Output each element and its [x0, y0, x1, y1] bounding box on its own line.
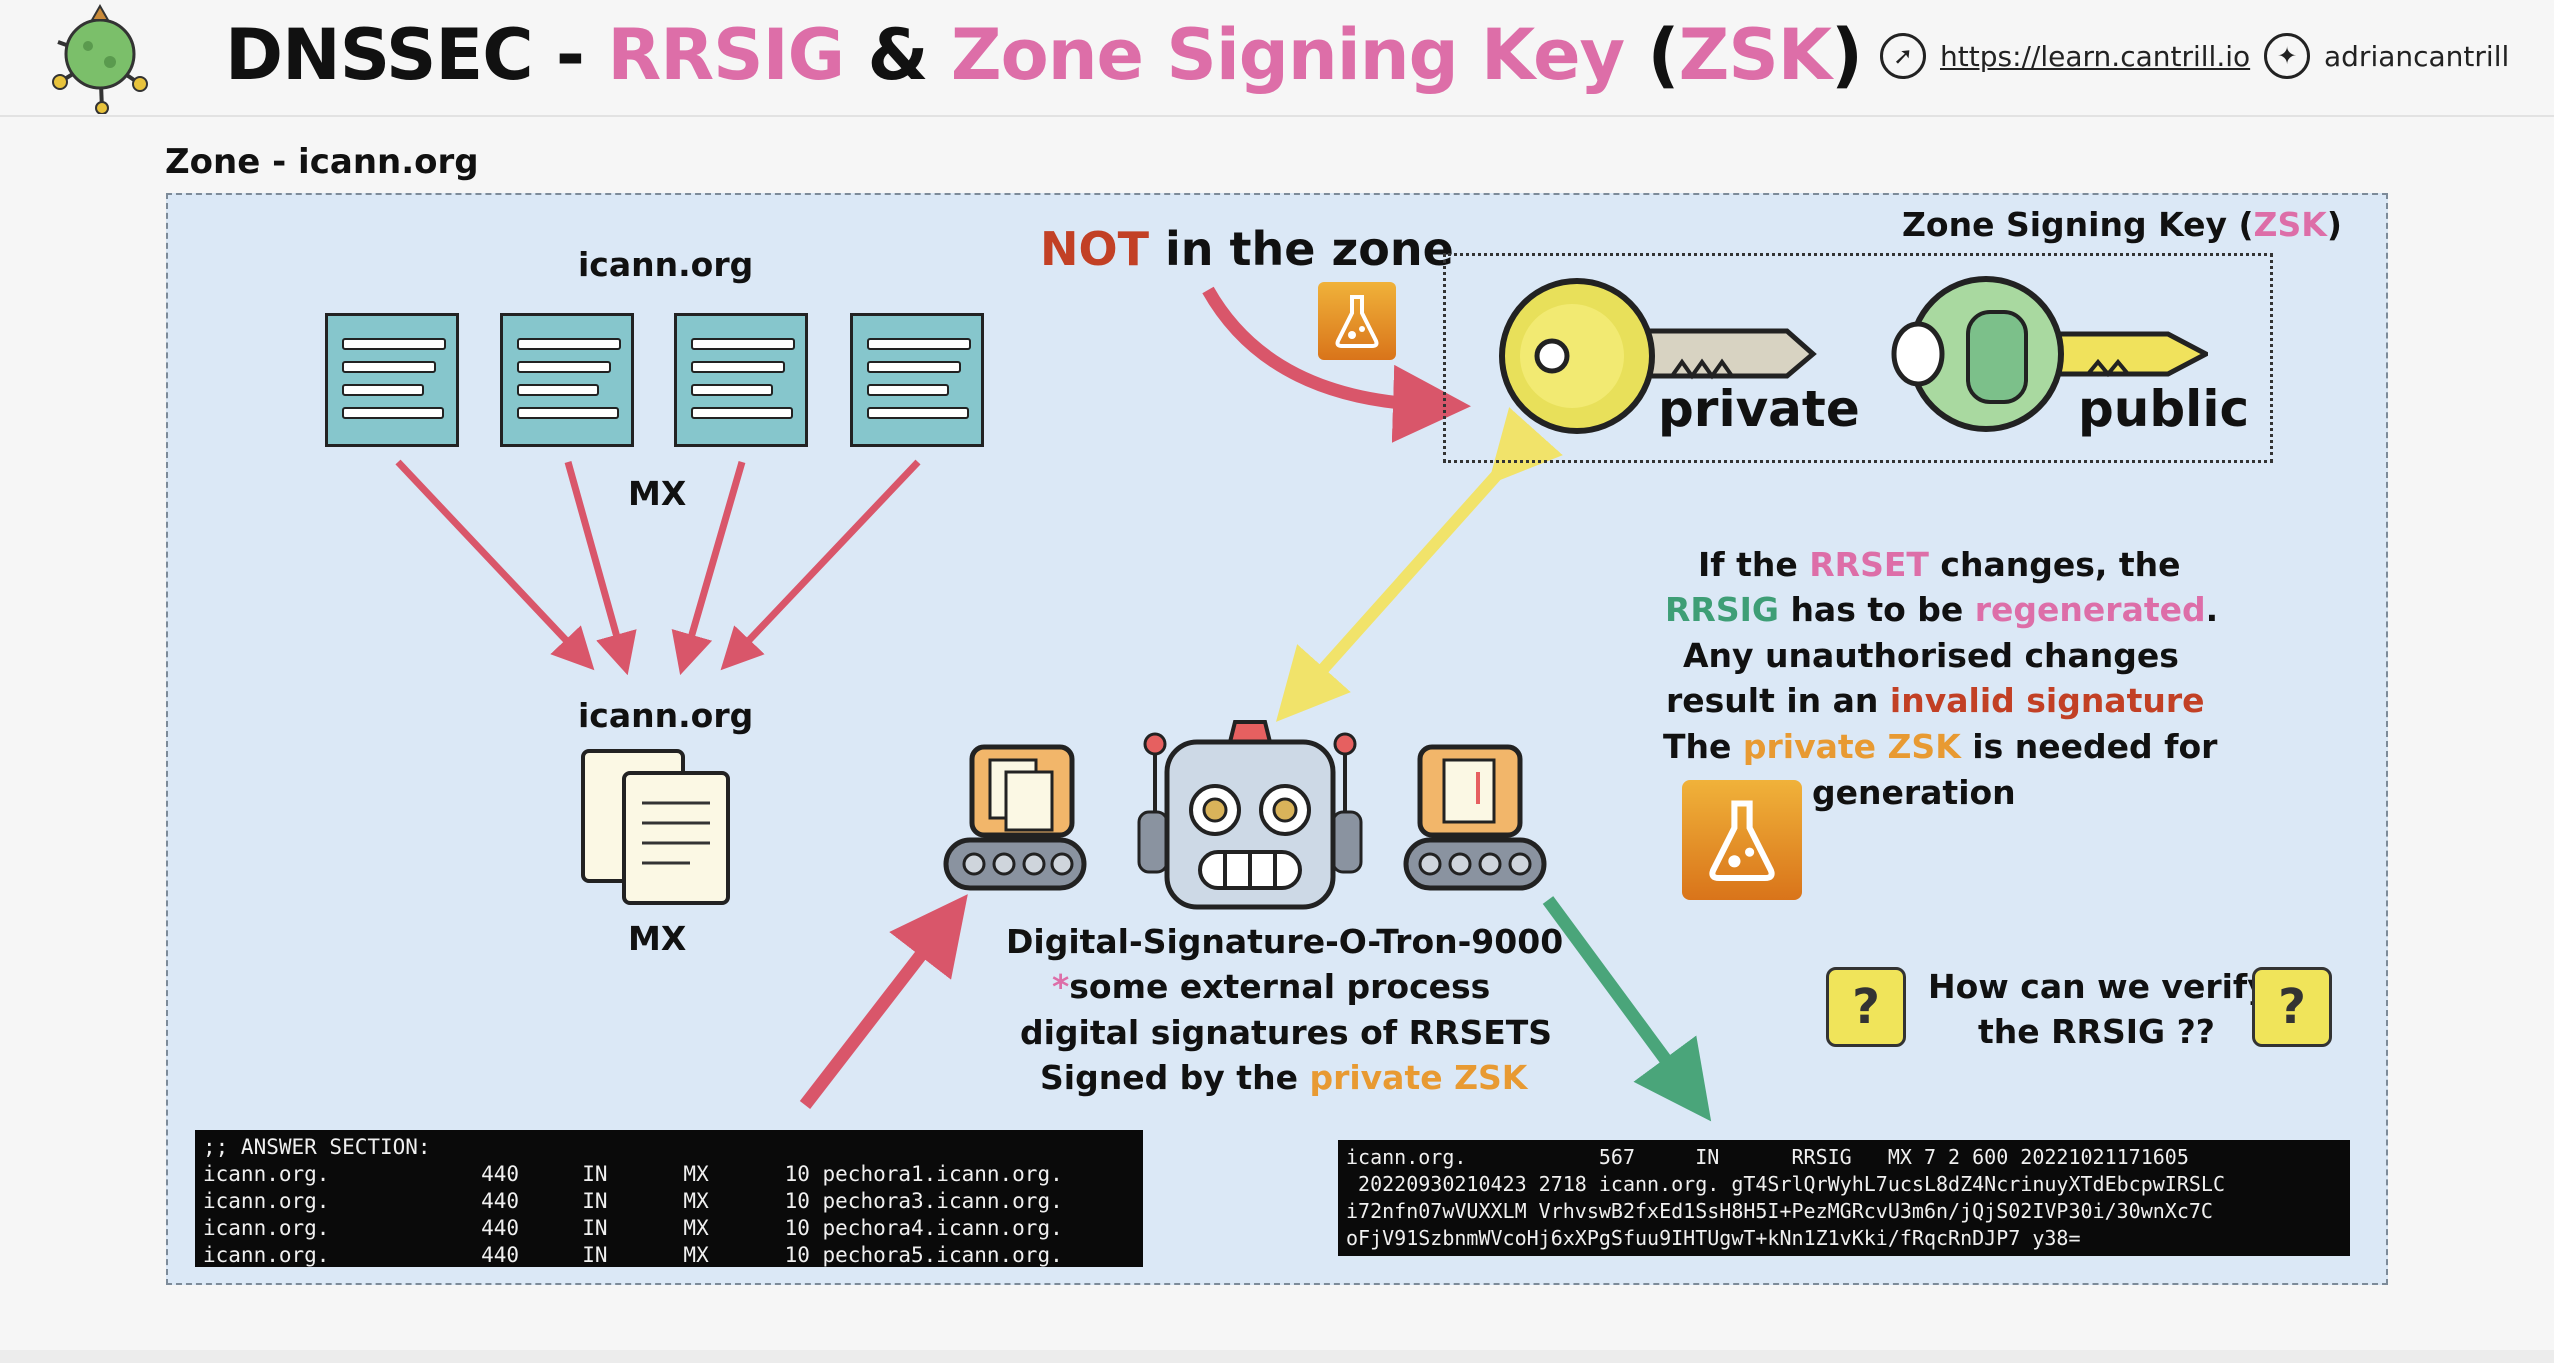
flask-icon-large — [1682, 780, 1802, 900]
question-icon-right: ? — [2252, 967, 2332, 1047]
not-in-zone-label: NOT in the zone — [1040, 222, 1454, 276]
terminal-line: icann.org. 440 IN MX 10 pechora1.icann.o… — [203, 1162, 1063, 1186]
zsk-title: Zone Signing Key (ZSK) — [1902, 205, 2342, 244]
info-line-4: result in an invalid signature — [1666, 681, 2205, 720]
robot-line-4: Signed by the private ZSK — [1040, 1058, 1528, 1097]
arrow-doc4 — [720, 459, 921, 671]
public-key-label: public — [2078, 380, 2250, 438]
info-line-5: The private ZSK is needed for — [1663, 727, 2218, 766]
question-icon-left: ? — [1826, 967, 1906, 1047]
info-line-1: If the RRSET changes, the — [1698, 545, 2181, 584]
flask-icon — [1318, 282, 1396, 360]
terminal-line: oFjV91SzbnmWVcoHj6xXPgSfuu9IHTUgwT+kNn1Z… — [1346, 1226, 2081, 1250]
robot-line-2: *some external process — [1052, 967, 1491, 1006]
info-line-6: generation — [1812, 773, 2016, 812]
terminal-line: icann.org. 567 IN RRSIG MX 7 2 600 20221… — [1346, 1145, 2189, 1169]
rrset-top-type: MX — [628, 474, 687, 513]
question-line-2: the RRSIG ?? — [1978, 1012, 2215, 1051]
rrsig-terminal: icann.org. 567 IN RRSIG MX 7 2 600 20221… — [1338, 1140, 2350, 1256]
arrow-doc2 — [564, 461, 637, 676]
terminal-line: icann.org. 440 IN MX 10 pechora5.icann.o… — [203, 1243, 1063, 1267]
conveyor-right-icon — [1403, 744, 1547, 891]
rrset-docs-icon — [581, 749, 730, 905]
terminal-line: 20220930210423 2718 icann.org. gT4SrlQrW… — [1346, 1172, 2225, 1196]
question-line-1: How can we verify — [1928, 967, 2269, 1006]
robot-icon — [1137, 720, 1363, 910]
record-doc-4 — [850, 313, 984, 447]
rrset-bottom-label: icann.org — [578, 696, 754, 735]
bottom-bar — [0, 1350, 2554, 1363]
arrow-doc3 — [671, 461, 746, 676]
record-doc-1 — [325, 313, 459, 447]
arrow-doc1 — [395, 459, 595, 671]
terminal-line: ;; ANSWER SECTION: — [203, 1135, 431, 1159]
record-doc-2 — [500, 313, 634, 447]
arrow-answer-to-robot — [799, 894, 968, 1109]
rrset-bottom-type: MX — [628, 919, 687, 958]
info-line-3: Any unauthorised changes — [1683, 636, 2179, 675]
record-doc-3 — [674, 313, 808, 447]
robot-line-3: digital signatures of RRSETS — [1020, 1013, 1553, 1052]
robot-name: Digital-Signature-O-Tron-9000 — [1006, 922, 1564, 961]
info-line-2: RRSIG has to be regenerated. — [1665, 590, 2219, 629]
private-key-label: private — [1658, 380, 1860, 438]
answer-terminal: ;; ANSWER SECTION: icann.org. 440 IN MX 1… — [195, 1130, 1143, 1267]
arrow-robot-to-rrsig — [1542, 896, 1712, 1122]
terminal-line: i72nfn07wVUXXLM VrhvswB2fxEd1SsH8H5I+Pez… — [1346, 1199, 2213, 1223]
terminal-line: icann.org. 440 IN MX 10 pechora3.icann.o… — [203, 1189, 1063, 1213]
rrset-top-label: icann.org — [578, 245, 754, 284]
conveyor-left-icon — [943, 744, 1087, 891]
arrow-key-robot — [1275, 407, 1563, 722]
terminal-line: icann.org. 440 IN MX 10 pechora4.icann.o… — [203, 1216, 1063, 1240]
